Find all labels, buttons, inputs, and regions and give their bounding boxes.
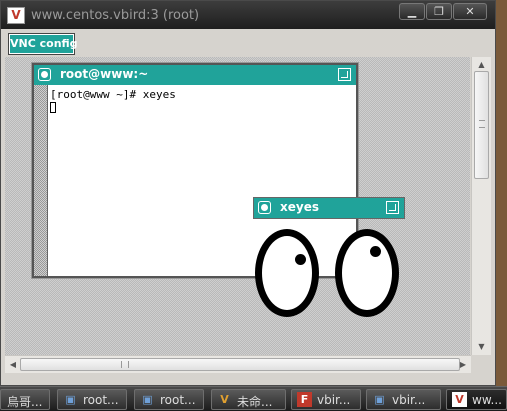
left-pupil (295, 254, 306, 265)
right-pupil (370, 246, 381, 257)
terminal-prompt-line: [root@www ~]# xeyes (50, 88, 176, 101)
terminal-icon: ▣ (374, 393, 385, 406)
window-menu-icon[interactable] (258, 201, 271, 214)
maximize-icon[interactable] (338, 68, 351, 81)
terminal-title: root@www:~ (60, 67, 149, 81)
vertical-scroll-thumb[interactable] (474, 71, 489, 179)
taskbar-item[interactable]: V 未命... (211, 389, 286, 410)
window-titlebar[interactable]: V www.centos.vbird:3 (root) ▁ ❐ ✕ (1, 1, 495, 29)
vnc-icon: V (452, 392, 467, 407)
vertical-scrollbar[interactable]: ▲ ▼ (471, 57, 491, 355)
vnc-viewer-window: V www.centos.vbird:3 (root) ▁ ❐ ✕ VNC co… (0, 0, 496, 386)
scroll-left-arrow-icon[interactable]: ◀ (5, 356, 21, 373)
remote-desktop[interactable]: root@www:~ [root@www ~]# xeyes xeyes (5, 57, 470, 355)
terminal-scrollbar[interactable] (34, 85, 48, 276)
taskbar-item[interactable]: F vbir... (291, 389, 361, 410)
taskbar-item-active[interactable]: V ww... (446, 389, 507, 410)
taskbar-item[interactable]: ▣ vbir... (366, 389, 441, 410)
background-wallpaper (496, 0, 507, 386)
taskbar-item-label: root... (83, 393, 119, 407)
xeyes-titlebar[interactable]: xeyes (253, 197, 405, 219)
horizontal-scrollbar[interactable]: ◀ ▶ (5, 355, 471, 373)
close-button[interactable]: ✕ (453, 3, 487, 20)
text-cursor (50, 102, 56, 113)
right-eye (335, 229, 399, 317)
taskbar-item-label: 烏哥... (7, 395, 43, 409)
vnc-icon: V (220, 393, 229, 406)
taskbar-item-label: 未命... (237, 395, 273, 409)
taskbar: 烏哥... ▣ root... ▣ root... V 未命... F vbir… (0, 386, 507, 411)
horizontal-scroll-thumb[interactable] (20, 358, 460, 371)
grip-icon (121, 361, 129, 368)
maximize-icon[interactable] (386, 201, 399, 214)
vnc-app-icon: V (7, 7, 25, 24)
taskbar-item-label: vbir... (317, 393, 351, 407)
scroll-down-arrow-icon[interactable]: ▼ (472, 339, 491, 355)
grip-icon (479, 120, 485, 128)
xeyes-title: xeyes (280, 200, 319, 214)
terminal-output[interactable]: [root@www ~]# xeyes (50, 88, 176, 114)
terminal-icon: ▣ (142, 393, 153, 406)
taskbar-item[interactable]: ▣ root... (134, 389, 204, 410)
left-eye (255, 229, 319, 317)
terminal-icon: ▣ (65, 393, 76, 406)
xeyes-window[interactable]: xeyes (253, 197, 405, 327)
taskbar-item[interactable]: ▣ root... (57, 389, 127, 410)
filezilla-icon: F (297, 392, 312, 407)
taskbar-item-label: ww... (472, 393, 502, 407)
minimize-button[interactable]: ▁ (399, 3, 425, 20)
taskbar-item[interactable]: 烏哥... (0, 389, 50, 410)
window-menu-icon[interactable] (38, 68, 51, 81)
taskbar-item-label: root... (160, 393, 196, 407)
vnc-config-button[interactable]: VNC config (9, 34, 78, 54)
taskbar-item-label: vbir... (392, 393, 426, 407)
maximize-button[interactable]: ❐ (426, 3, 452, 20)
terminal-titlebar[interactable]: root@www:~ (34, 65, 356, 85)
scroll-right-arrow-icon[interactable]: ▶ (455, 356, 471, 373)
window-title: www.centos.vbird:3 (root) (31, 8, 200, 23)
